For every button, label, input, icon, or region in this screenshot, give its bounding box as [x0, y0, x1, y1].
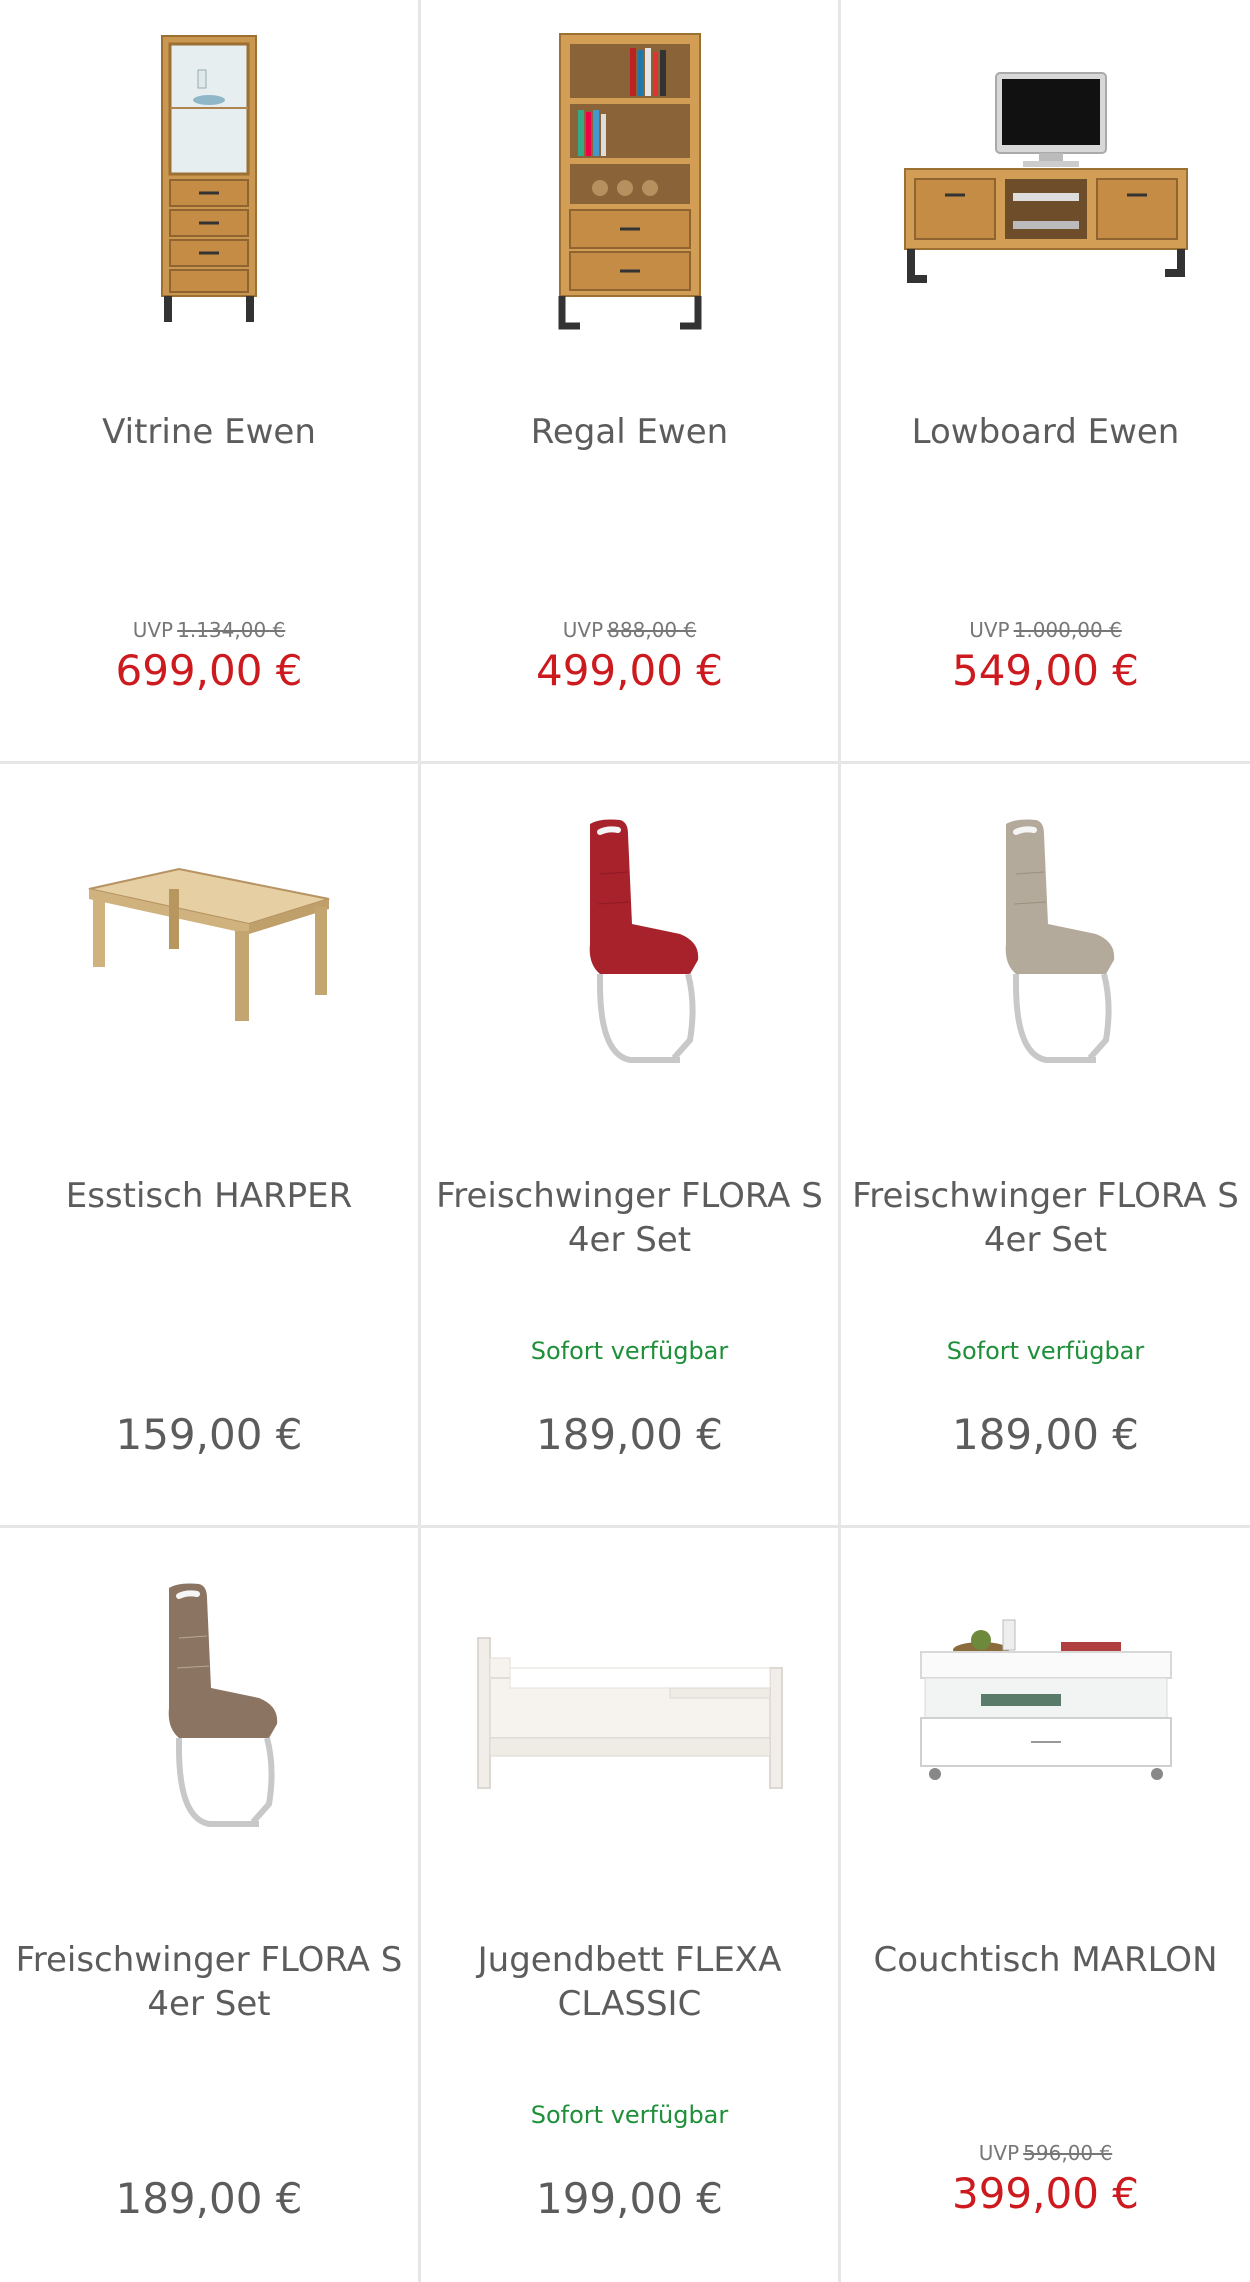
availability-label: Sofort verfügbar — [530, 1337, 729, 1365]
product-price: 189,00 € — [115, 2174, 303, 2223]
product-price: 199,00 € — [535, 2174, 724, 2223]
product-card[interactable]: Jugendbett FLEXA CLASSIC Sofort verfügba… — [421, 1528, 838, 2282]
uvp-label: UVP — [978, 2141, 1020, 2165]
product-image-lowboard[interactable] — [841, 20, 1250, 340]
product-title[interactable]: Couchtisch MARLON — [851, 1938, 1240, 1982]
product-card[interactable]: Freischwinger FLORA S 4er Set Sofort ver… — [421, 764, 838, 1525]
product-price: 499,00 € — [535, 646, 724, 695]
uvp-old-price: 596,00 € — [1023, 2141, 1113, 2165]
uvp-label: UVP — [132, 618, 174, 642]
product-price: 159,00 € — [115, 1410, 303, 1459]
product-title[interactable]: Esstisch HARPER — [10, 1174, 408, 1218]
product-card[interactable]: Regal Ewen UVP 888,00 € 499,00 € — [421, 0, 838, 761]
uvp-price: UVP 596,00 € — [841, 2141, 1250, 2165]
product-price: 399,00 € — [951, 2169, 1140, 2218]
product-title[interactable]: Regal Ewen — [431, 410, 828, 454]
product-title[interactable]: Jugendbett FLEXA CLASSIC — [431, 1938, 828, 2026]
product-title[interactable]: Vitrine Ewen — [10, 410, 408, 454]
product-image-jugendbett[interactable] — [421, 1548, 838, 1868]
product-title[interactable]: Freischwinger FLORA S 4er Set — [431, 1174, 828, 1262]
product-image-vitrine[interactable] — [0, 20, 418, 340]
product-title[interactable]: Freischwinger FLORA S 4er Set — [10, 1938, 408, 2026]
product-card[interactable]: Vitrine Ewen UVP 1.134,00 € 699,00 € — [0, 0, 418, 761]
uvp-price: UVP 1.134,00 € — [0, 618, 418, 642]
product-image-regal[interactable] — [421, 20, 838, 340]
product-card[interactable]: Esstisch HARPER 159,00 € — [0, 764, 418, 1525]
product-card[interactable]: Couchtisch MARLON UVP 596,00 € 399,00 € — [841, 1528, 1250, 2282]
product-card[interactable]: Freischwinger FLORA S 4er Set Sofort ver… — [841, 764, 1250, 1525]
product-grid: Vitrine Ewen UVP 1.134,00 € 699,00 € Reg… — [0, 0, 1250, 2282]
uvp-label: UVP — [562, 618, 604, 642]
product-card[interactable]: Freischwinger FLORA S 4er Set 189,00 € — [0, 1528, 418, 2282]
availability-label: Sofort verfügbar — [946, 1337, 1145, 1365]
uvp-old-price: 1.134,00 € — [177, 618, 286, 642]
product-title[interactable]: Freischwinger FLORA S 4er Set — [851, 1174, 1240, 1262]
product-card[interactable]: Lowboard Ewen UVP 1.000,00 € 549,00 € — [841, 0, 1250, 761]
uvp-price: UVP 888,00 € — [421, 618, 838, 642]
product-title[interactable]: Lowboard Ewen — [851, 410, 1240, 454]
product-price: 189,00 € — [535, 1410, 724, 1459]
product-image-chair-taupe[interactable] — [841, 784, 1250, 1104]
product-price: 189,00 € — [951, 1410, 1140, 1459]
product-image-esstisch[interactable] — [0, 784, 418, 1104]
product-image-chair-brown[interactable] — [0, 1548, 418, 1868]
product-price: 549,00 € — [951, 646, 1140, 695]
uvp-price: UVP 1.000,00 € — [841, 618, 1250, 642]
product-price: 699,00 € — [115, 646, 303, 695]
product-image-couchtisch[interactable] — [841, 1548, 1250, 1868]
uvp-old-price: 1.000,00 € — [1013, 618, 1122, 642]
product-image-chair-red[interactable] — [421, 784, 838, 1104]
uvp-old-price: 888,00 € — [607, 618, 697, 642]
availability-label: Sofort verfügbar — [530, 2101, 729, 2129]
uvp-label: UVP — [969, 618, 1010, 642]
